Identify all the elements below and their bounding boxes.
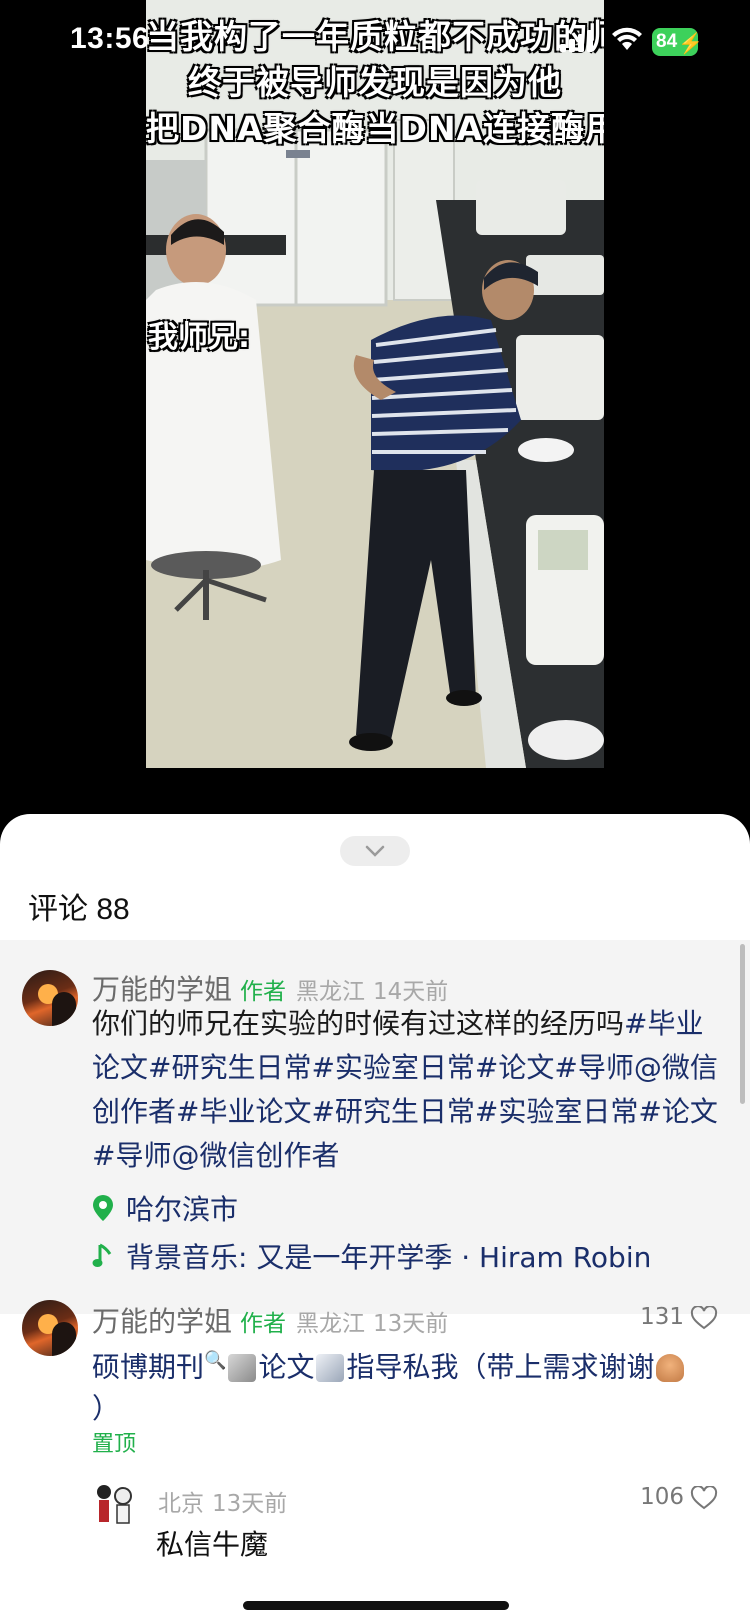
battery-level: 84	[656, 31, 678, 52]
document-emoji-icon	[316, 1354, 345, 1383]
comments-sheet: 评论 88 万能的学姐 作者 黑龙江 14天前 你们的师兄在实验的时候有过这样的经历吗…	[0, 814, 750, 1622]
comment-text-part: 硕博期刊	[92, 1350, 205, 1384]
comment-text-part: 论文	[258, 1350, 315, 1384]
pinned-label: 置顶	[92, 1432, 137, 1457]
video-caption-line-3: 把DNA聚合酶当DNA连接酶用时	[146, 109, 604, 148]
comment-time: 13天前	[373, 1311, 449, 1337]
heart-icon	[690, 1304, 718, 1329]
like-button[interactable]: 106	[640, 1484, 718, 1510]
video-player[interactable]: 当我构了一年质粒都不成功的师兄 终于被导师发现是因为他 把DNA聚合酶当DNA连…	[146, 0, 604, 768]
scrollbar[interactable]	[740, 944, 745, 1104]
home-indicator[interactable]	[243, 1601, 509, 1610]
magnifier-icon: 🔍	[204, 1350, 227, 1371]
chevron-down-icon	[365, 845, 385, 857]
location-text: 哈尔滨市	[126, 1193, 239, 1226]
comment-text-part: ）	[92, 1392, 121, 1426]
comment-region: 北京	[158, 1491, 204, 1517]
comment-author-name[interactable]: 万能的学姐	[92, 1305, 232, 1338]
wifi-icon	[612, 27, 642, 55]
comment-item: 万能的学姐 作者 黑龙江 13天前 131 硕博期刊🔍 论文 指导私我（带上需求谢谢 ） 置…	[0, 1300, 750, 1460]
music-note-icon	[92, 1242, 118, 1277]
author-badge: 作者	[240, 1311, 287, 1337]
comment-text: 硕博期刊🔍 论文 指导私我（带上需求谢谢 ）	[92, 1340, 712, 1430]
comments-count-title: 评论 88	[28, 893, 130, 926]
newspaper-emoji-icon	[228, 1354, 257, 1383]
avatar[interactable]	[22, 1300, 78, 1356]
praying-hands-emoji-icon	[656, 1354, 685, 1383]
post-music[interactable]: 背景音乐: 又是一年开学季 · Hiram Robin	[92, 1236, 651, 1277]
comment-time: 13天前	[212, 1491, 288, 1517]
location-pin-icon	[92, 1194, 118, 1229]
like-count: 131	[640, 1304, 684, 1330]
collapse-sheet-button[interactable]	[340, 836, 410, 866]
author-post: 万能的学姐 作者 黑龙江 14天前 你们的师兄在实验的时候有过这样的经历吗#毕业论文#…	[0, 940, 750, 1314]
music-text: 背景音乐: 又是一年开学季 · Hiram Robin	[126, 1241, 652, 1274]
post-text: 你们的师兄在实验的时候有过这样的经历吗	[92, 1007, 625, 1040]
comment-header: 万能的学姐 作者 黑龙江 13天前	[92, 1300, 448, 1340]
like-button[interactable]: 131	[640, 1304, 718, 1330]
avatar[interactable]	[90, 1482, 136, 1528]
video-speaker-label: 我师兄:	[148, 320, 250, 355]
charging-bolt-icon: ⚡	[678, 33, 703, 55]
avatar[interactable]	[22, 970, 78, 1026]
heart-icon	[690, 1484, 718, 1509]
post-location[interactable]: 哈尔滨市	[92, 1188, 238, 1229]
like-count: 106	[640, 1484, 684, 1510]
comment-text: 私信牛魔	[156, 1528, 269, 1561]
post-body: 你们的师兄在实验的时候有过这样的经历吗#毕业论文#研究生日常#实验室日常#论文#…	[92, 1002, 722, 1178]
comment-header: 北京 13天前	[158, 1484, 287, 1518]
status-time: 13:56	[70, 22, 150, 55]
comment-region: 黑龙江	[296, 1311, 366, 1337]
status-bar: 13:56 84 ⚡	[0, 0, 750, 84]
cellular-signal-icon	[560, 30, 594, 56]
comment-text-part: 指导私我（带上需求谢谢	[346, 1350, 655, 1384]
battery-indicator: 84 ⚡	[652, 28, 703, 56]
